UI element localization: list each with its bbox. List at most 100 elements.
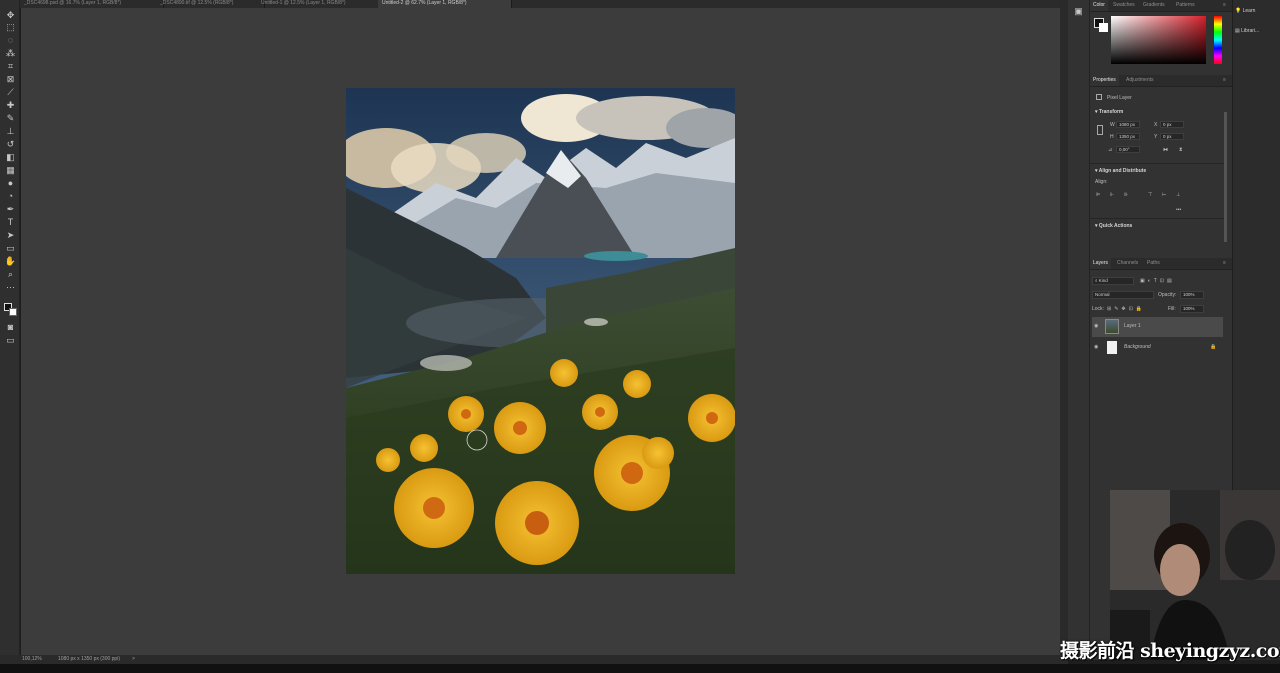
panel-menu-icon[interactable]: ≡ <box>1220 75 1229 86</box>
eraser-tool-icon[interactable]: ◧ <box>4 152 17 163</box>
angle-field[interactable]: 0,00° <box>1116 146 1140 153</box>
panel-menu-icon[interactable]: ≡ <box>1220 0 1229 11</box>
layer-name[interactable]: Layer 1 <box>1124 323 1141 329</box>
history-brush-icon[interactable]: ↺ <box>4 139 17 150</box>
color-panel-header: Color Swatches Gradients Patterns ≡ <box>1090 0 1232 12</box>
learn-button[interactable]: 💡 Learn <box>1235 3 1279 19</box>
zoom-tool-icon[interactable]: ⌕ <box>4 269 17 280</box>
tab-color[interactable]: Color <box>1090 0 1108 11</box>
layer-filter-select[interactable]: ⌕ Kind <box>1092 277 1134 285</box>
quick-actions-title[interactable]: ▾ Quick Actions <box>1095 223 1132 229</box>
align-label: Align: <box>1095 179 1108 185</box>
width-field[interactable]: 1080 px <box>1116 121 1140 128</box>
healing-brush-icon[interactable]: ✚ <box>4 100 17 111</box>
tab-gradients[interactable]: Gradients <box>1140 0 1168 11</box>
crop-tool-icon[interactable]: ⌗ <box>4 61 17 72</box>
document-tab[interactable]: Untitled-1 @ 12.5% (Layer 1, RGB/8*) <box>257 0 386 8</box>
rectangle-tool-icon[interactable]: ▭ <box>4 243 17 254</box>
width-label: W <box>1110 122 1115 128</box>
lock-icons[interactable]: ⊞✎✥⊡🔒 <box>1107 306 1145 312</box>
align-section-title[interactable]: ▾ Align and Distribute <box>1095 168 1146 174</box>
link-proportions-icon[interactable] <box>1097 125 1103 135</box>
align-top-icon[interactable]: ⊤ <box>1148 192 1152 198</box>
libraries-button[interactable]: ▤ Librari... <box>1235 23 1279 39</box>
opacity-label: Opacity: <box>1158 292 1177 298</box>
visibility-eye-icon[interactable]: ◉ <box>1094 323 1098 329</box>
screen-mode-icon[interactable]: ▭ <box>4 335 17 346</box>
hand-tool-icon[interactable]: ✋ <box>4 256 17 267</box>
x-label: X <box>1154 122 1158 128</box>
align-left-icon[interactable]: ⊫ <box>1096 192 1100 198</box>
move-tool-icon[interactable]: ✥ <box>4 10 17 21</box>
pixel-layer-icon <box>1096 94 1102 100</box>
y-field[interactable]: 0 px <box>1160 133 1184 140</box>
tab-swatches[interactable]: Swatches <box>1110 0 1138 11</box>
height-field[interactable]: 1350 px <box>1116 133 1140 140</box>
hue-slider[interactable] <box>1214 16 1222 64</box>
align-center-icon[interactable]: ⊩ <box>1110 192 1114 198</box>
history-panel-icon[interactable]: ▣ <box>1072 6 1085 17</box>
frame-tool-icon[interactable]: ⊠ <box>4 74 17 85</box>
landscape-photo <box>346 88 735 574</box>
align-right-icon[interactable]: ⊪ <box>1124 192 1128 198</box>
flip-horizontal-icon[interactable]: ⧓ <box>1163 147 1168 153</box>
clone-stamp-icon[interactable]: ⊥ <box>4 126 17 137</box>
document-info: 1080 px x 1350 px (300 ppi) <box>58 656 120 662</box>
path-selection-icon[interactable]: ➤ <box>4 230 17 241</box>
height-label: H <box>1110 134 1114 140</box>
more-options-icon[interactable]: ••• <box>1176 207 1181 213</box>
gradient-tool-icon[interactable]: ▦ <box>4 165 17 176</box>
transform-title: Transform <box>1098 109 1124 115</box>
opacity-field[interactable]: 100% <box>1180 291 1204 299</box>
pen-tool-icon[interactable]: ✒ <box>4 204 17 215</box>
tab-properties[interactable]: Properties <box>1090 75 1119 86</box>
fill-label: Fill: <box>1168 306 1176 312</box>
blur-tool-icon[interactable]: ● <box>4 178 17 189</box>
tab-layers[interactable]: Layers <box>1090 258 1112 269</box>
scrollbar-gutter[interactable] <box>1060 0 1068 660</box>
align-middle-icon[interactable]: ⊢ <box>1162 192 1166 198</box>
properties-scrollbar[interactable] <box>1224 112 1227 242</box>
color-bg-swatch[interactable] <box>1099 23 1108 32</box>
marquee-tool-icon[interactable]: ⬚ <box>4 22 17 33</box>
more-tools-icon[interactable]: ··· <box>4 282 17 293</box>
filter-kind-value: Kind <box>1098 278 1108 283</box>
type-tool-icon[interactable]: T <box>4 217 17 228</box>
tab-patterns[interactable]: Patterns <box>1173 0 1198 11</box>
x-field[interactable]: 0 px <box>1160 121 1184 128</box>
status-arrow-icon[interactable]: > <box>132 655 135 664</box>
quick-mask-icon[interactable]: ◙ <box>4 322 17 333</box>
lasso-tool-icon[interactable]: ◌ <box>4 35 17 46</box>
magic-wand-icon[interactable]: ⁂ <box>4 48 17 59</box>
document-tab[interactable]: _DSC4698.psd @ 16.7% (Layer 1, RGB/8*) <box>20 0 164 8</box>
transform-section-title[interactable]: ▾ Transform <box>1095 109 1123 115</box>
eyedropper-icon[interactable]: ⟋ <box>4 87 17 98</box>
background-color-swatch[interactable] <box>9 308 17 316</box>
document-canvas-image[interactable] <box>346 88 735 574</box>
layer-row-layer1[interactable]: ◉ Layer 1 <box>1092 317 1223 337</box>
presenter-webcam-image <box>1110 490 1280 660</box>
document-tab-active[interactable]: Untitled-2 @ 62.7% (Layer 1, RGB/8*) <box>378 0 512 8</box>
tab-paths[interactable]: Paths <box>1144 258 1163 269</box>
visibility-eye-icon[interactable]: ◉ <box>1094 344 1098 350</box>
document-tab[interactable]: _DSC4890.tif @ 12.5% (RGB/8*) <box>156 0 265 8</box>
panel-menu-icon[interactable]: ≡ <box>1220 258 1229 269</box>
flip-vertical-icon[interactable]: ⧗ <box>1179 147 1183 153</box>
divider <box>1090 163 1225 164</box>
zoom-readout[interactable]: 100,12% <box>22 655 42 664</box>
layer-filter-icons[interactable]: ▣◐T⊡▤ <box>1140 278 1175 284</box>
layer-name[interactable]: Background <box>1124 344 1151 350</box>
tab-channels[interactable]: Channels <box>1114 258 1141 269</box>
lock-icon[interactable]: 🔒 <box>1210 344 1216 350</box>
layer-thumbnail <box>1107 341 1117 354</box>
brush-tool-icon[interactable]: ✎ <box>4 113 17 124</box>
blend-mode-select[interactable]: Normal <box>1092 291 1154 299</box>
dodge-tool-icon[interactable]: ◔ <box>4 191 17 202</box>
color-picker-field[interactable] <box>1111 16 1206 64</box>
tab-adjustments[interactable]: Adjustments <box>1123 75 1157 86</box>
lock-label: Lock: <box>1092 306 1104 312</box>
fill-field[interactable]: 100% <box>1180 305 1204 313</box>
layer-row-background[interactable]: ◉ Background 🔒 <box>1092 338 1223 358</box>
angle-icon: ⊿ <box>1108 147 1113 153</box>
align-bottom-icon[interactable]: ⊥ <box>1176 192 1180 198</box>
